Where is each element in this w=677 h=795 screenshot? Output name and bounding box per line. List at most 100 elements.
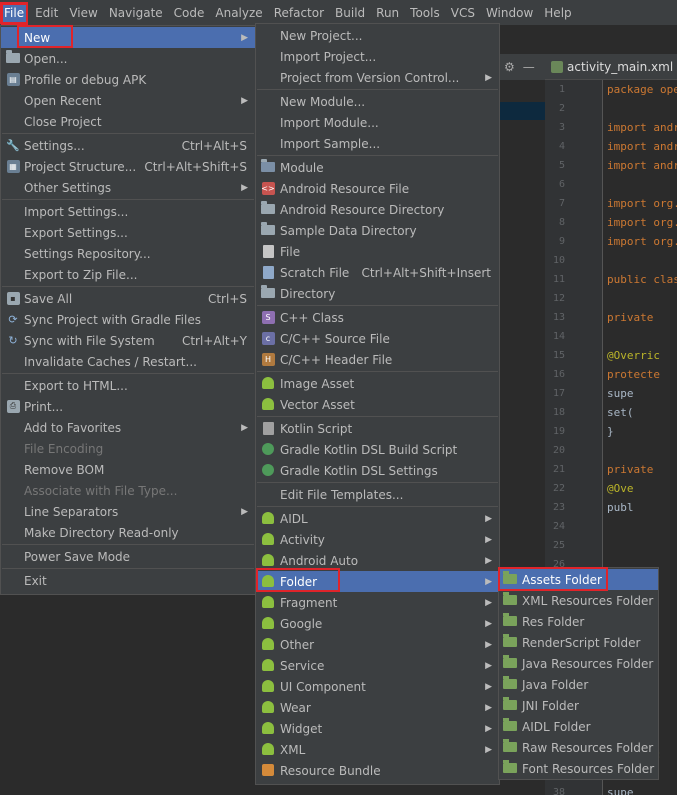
minimize-icon[interactable]: —: [523, 60, 535, 74]
file-menu-open[interactable]: Open...: [1, 48, 255, 69]
file-menu-make-directory-read-only[interactable]: Make Directory Read-only: [1, 522, 255, 543]
menu-navigate[interactable]: Navigate: [105, 2, 167, 24]
settings-gear-icon[interactable]: ⚙: [504, 60, 515, 74]
new-menu-google[interactable]: Google ▶: [256, 613, 499, 634]
file-menu-export-to-zip-file[interactable]: Export to Zip File...: [1, 264, 255, 285]
file-menu-add-to-favorites[interactable]: Add to Favorites ▶: [1, 417, 255, 438]
menu-item-label: Import Project...: [280, 49, 377, 64]
android-icon: [261, 700, 275, 714]
menu-view[interactable]: View: [65, 2, 101, 24]
file-menu-import-settings[interactable]: Import Settings...: [1, 201, 255, 222]
menu-item-label: File Encoding: [24, 441, 104, 456]
new-menu-service[interactable]: Service ▶: [256, 655, 499, 676]
new-menu-scratch-file[interactable]: Scratch File Ctrl+Alt+Shift+Insert: [256, 262, 499, 283]
file-menu-open-recent[interactable]: Open Recent ▶: [1, 90, 255, 111]
new-menu-edit-file-templates[interactable]: Edit File Templates...: [256, 484, 499, 505]
new-menu-c-c-source-file[interactable]: c C/C++ Source File: [256, 328, 499, 349]
file-menu-exit[interactable]: Exit: [1, 570, 255, 591]
menu-item-shortcut: Ctrl+S: [207, 291, 247, 306]
file-menu-new[interactable]: New ▶: [1, 27, 255, 48]
new-menu-gradle-kotlin-dsl-build-script[interactable]: Gradle Kotlin DSL Build Script: [256, 439, 499, 460]
new-menu-import-project[interactable]: Import Project...: [256, 46, 499, 67]
menu-item-label: Invalidate Caches / Restart...: [24, 354, 197, 369]
file-menu-invalidate-caches-restart[interactable]: Invalidate Caches / Restart...: [1, 351, 255, 372]
new-menu-c-class[interactable]: S C++ Class: [256, 307, 499, 328]
new-menu-widget[interactable]: Widget ▶: [256, 718, 499, 739]
file-menu-print[interactable]: ⎙ Print...: [1, 396, 255, 417]
file-menu-export-settings[interactable]: Export Settings...: [1, 222, 255, 243]
new-menu-android-auto[interactable]: Android Auto ▶: [256, 550, 499, 571]
editor-tab[interactable]: activity_main.xml: [545, 54, 677, 80]
new-menu-import-sample[interactable]: Import Sample...: [256, 133, 499, 154]
new-menu-module[interactable]: Module: [256, 157, 499, 178]
android-folder-icon: [503, 739, 517, 754]
file-menu-close-project[interactable]: Close Project: [1, 111, 255, 132]
file-menu-profile-or-debug-apk[interactable]: ▤ Profile or debug APK: [1, 69, 255, 90]
folder-menu-java-folder[interactable]: Java Folder: [499, 674, 658, 695]
file-menu-save-all[interactable]: ▪ Save All Ctrl+S: [1, 288, 255, 309]
file-menu-settings[interactable]: 🔧 Settings... Ctrl+Alt+S: [1, 135, 255, 156]
folder-menu-aidl-folder[interactable]: AIDL Folder: [499, 716, 658, 737]
menu-item-label: Activity: [280, 532, 325, 547]
file-menu-export-to-html[interactable]: Export to HTML...: [1, 375, 255, 396]
new-menu-fragment[interactable]: Fragment ▶: [256, 592, 499, 613]
folder-menu-assets-folder[interactable]: Assets Folder: [499, 569, 658, 590]
menu-window[interactable]: Window: [482, 2, 537, 24]
new-menu-xml[interactable]: XML ▶: [256, 739, 499, 760]
menu-help[interactable]: Help: [540, 2, 575, 24]
new-menu-resource-bundle[interactable]: Resource Bundle: [256, 760, 499, 781]
menu-item-label: AIDL Folder: [522, 719, 591, 734]
new-menu-ui-component[interactable]: UI Component ▶: [256, 676, 499, 697]
menu-analyze[interactable]: Analyze: [211, 2, 266, 24]
new-menu-other[interactable]: Other ▶: [256, 634, 499, 655]
menu-build[interactable]: Build: [331, 2, 369, 24]
new-menu-android-resource-directory[interactable]: Android Resource Directory: [256, 199, 499, 220]
file-menu-settings-repository[interactable]: Settings Repository...: [1, 243, 255, 264]
new-menu-android-resource-file[interactable]: <> Android Resource File: [256, 178, 499, 199]
menu-tools[interactable]: Tools: [406, 2, 444, 24]
folder-menu-java-resources-folder[interactable]: Java Resources Folder: [499, 653, 658, 674]
file-menu-project-structure[interactable]: ▦ Project Structure... Ctrl+Alt+Shift+S: [1, 156, 255, 177]
file-menu-other-settings[interactable]: Other Settings ▶: [1, 177, 255, 198]
scratch-file-icon: [261, 265, 275, 279]
folder-menu-font-resources-folder[interactable]: Font Resources Folder: [499, 758, 658, 779]
folder-menu-xml-resources-folder[interactable]: XML Resources Folder: [499, 590, 658, 611]
menu-item-label: Make Directory Read-only: [24, 525, 179, 540]
new-menu-activity[interactable]: Activity ▶: [256, 529, 499, 550]
folder-menu-raw-resources-folder[interactable]: Raw Resources Folder: [499, 737, 658, 758]
new-menu-new-project[interactable]: New Project...: [256, 25, 499, 46]
new-menu-vector-asset[interactable]: Vector Asset: [256, 394, 499, 415]
new-menu-gradle-kotlin-dsl-settings[interactable]: Gradle Kotlin DSL Settings: [256, 460, 499, 481]
new-menu-sample-data-directory[interactable]: Sample Data Directory: [256, 220, 499, 241]
menu-item-label: C/C++ Source File: [280, 331, 390, 346]
file-menu-line-separators[interactable]: Line Separators ▶: [1, 501, 255, 522]
menu-file[interactable]: File: [0, 1, 29, 24]
file-menu-sync-with-file-system[interactable]: ↻ Sync with File System Ctrl+Alt+Y: [1, 330, 255, 351]
folder-menu-renderscript-folder[interactable]: RenderScript Folder: [499, 632, 658, 653]
new-menu-project-from-version-control[interactable]: Project from Version Control... ▶: [256, 67, 499, 88]
folder-menu-jni-folder[interactable]: JNI Folder: [499, 695, 658, 716]
menu-edit[interactable]: Edit: [31, 2, 62, 24]
file-menu-sync-project-with-gradle-files[interactable]: ⟳ Sync Project with Gradle Files: [1, 309, 255, 330]
file-menu-power-save-mode[interactable]: Power Save Mode: [1, 546, 255, 567]
menu-vcs[interactable]: VCS: [447, 2, 479, 24]
menu-separator: [257, 416, 498, 417]
file-menu-remove-bom[interactable]: Remove BOM: [1, 459, 255, 480]
gradle-icon: [261, 463, 275, 477]
new-menu-image-asset[interactable]: Image Asset: [256, 373, 499, 394]
menu-refactor[interactable]: Refactor: [270, 2, 328, 24]
new-menu-file[interactable]: File: [256, 241, 499, 262]
new-menu-folder[interactable]: Folder ▶: [256, 571, 499, 592]
android-folder-icon: [503, 592, 517, 607]
menu-item-label: Java Folder: [522, 677, 589, 692]
new-menu-import-module[interactable]: Import Module...: [256, 112, 499, 133]
new-menu-aidl[interactable]: AIDL ▶: [256, 508, 499, 529]
new-menu-kotlin-script[interactable]: Kotlin Script: [256, 418, 499, 439]
new-menu-wear[interactable]: Wear ▶: [256, 697, 499, 718]
new-menu-c-c-header-file[interactable]: H C/C++ Header File: [256, 349, 499, 370]
new-menu-directory[interactable]: Directory: [256, 283, 499, 304]
menu-run[interactable]: Run: [372, 2, 403, 24]
new-menu-new-module[interactable]: New Module...: [256, 91, 499, 112]
folder-menu-res-folder[interactable]: Res Folder: [499, 611, 658, 632]
menu-code[interactable]: Code: [170, 2, 209, 24]
